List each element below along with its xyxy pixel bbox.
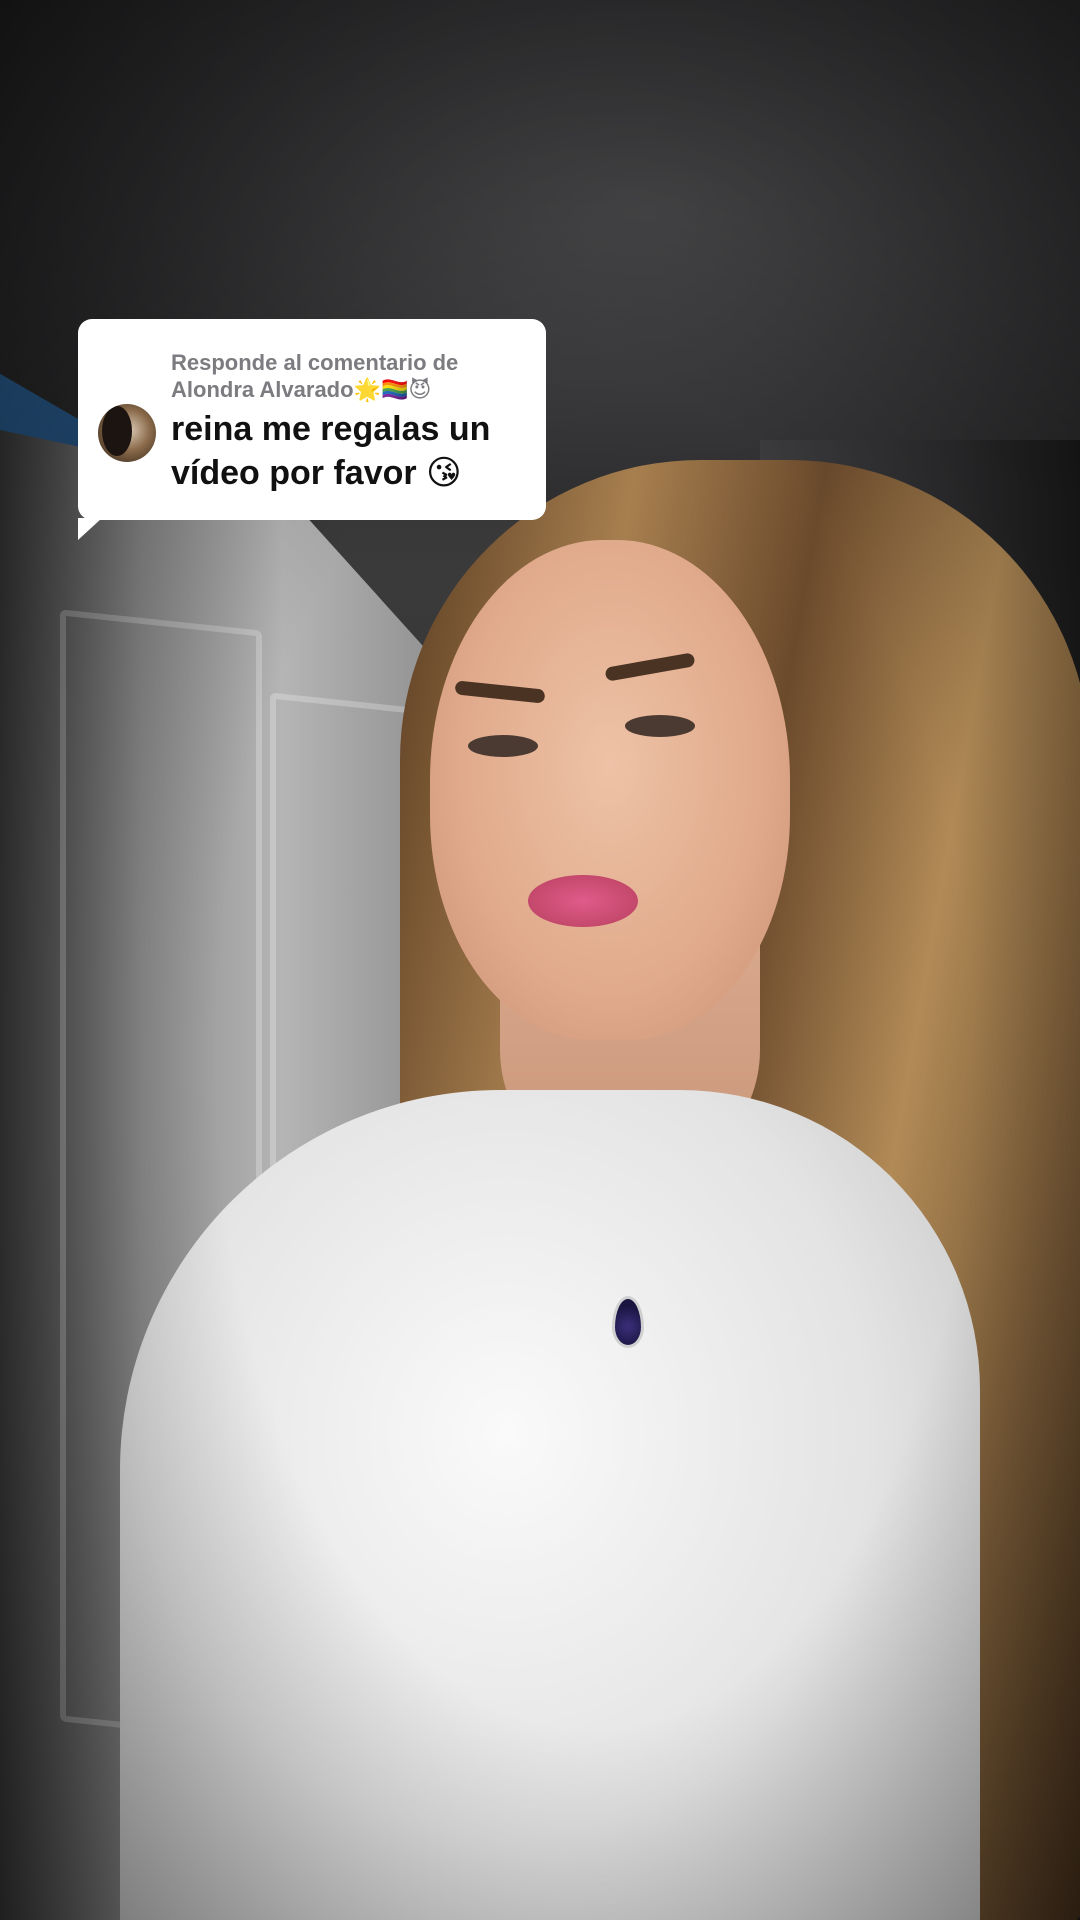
reply-header-username-line: Alondra Alvarado🌟🏳️‍🌈😈 (171, 376, 531, 404)
bubble-tail (78, 518, 102, 540)
reply-comment-text: reina me regalas un vídeo por favor 😘 (171, 407, 541, 495)
reply-header-label: Responde al comentario de (171, 350, 459, 375)
reply-header: Responde al comentario de Alondra Alvara… (171, 349, 531, 404)
reply-comment-bubble[interactable]: Responde al comentario de Alondra Alvara… (78, 319, 546, 540)
commenter-username-emojis: 🌟🏳️‍🌈😈 (353, 378, 432, 403)
person-eye (468, 735, 538, 757)
person-eye (625, 715, 695, 737)
person-shirt (120, 1090, 980, 1920)
comment-line: vídeo por favor (171, 454, 417, 492)
person-face (430, 540, 790, 1040)
person-lips (528, 875, 638, 927)
avatar-hair (102, 406, 132, 456)
video-frame[interactable]: Responde al comentario de Alondra Alvara… (0, 0, 1080, 1920)
kiss-emoji-icon: 😘 (426, 453, 462, 493)
comment-line-with-emoji: vídeo por favor 😘 (171, 451, 541, 495)
comment-line: reina me regalas un (171, 410, 491, 448)
commenter-username[interactable]: Alondra Alvarado (171, 377, 354, 402)
commenter-avatar[interactable] (98, 404, 156, 462)
